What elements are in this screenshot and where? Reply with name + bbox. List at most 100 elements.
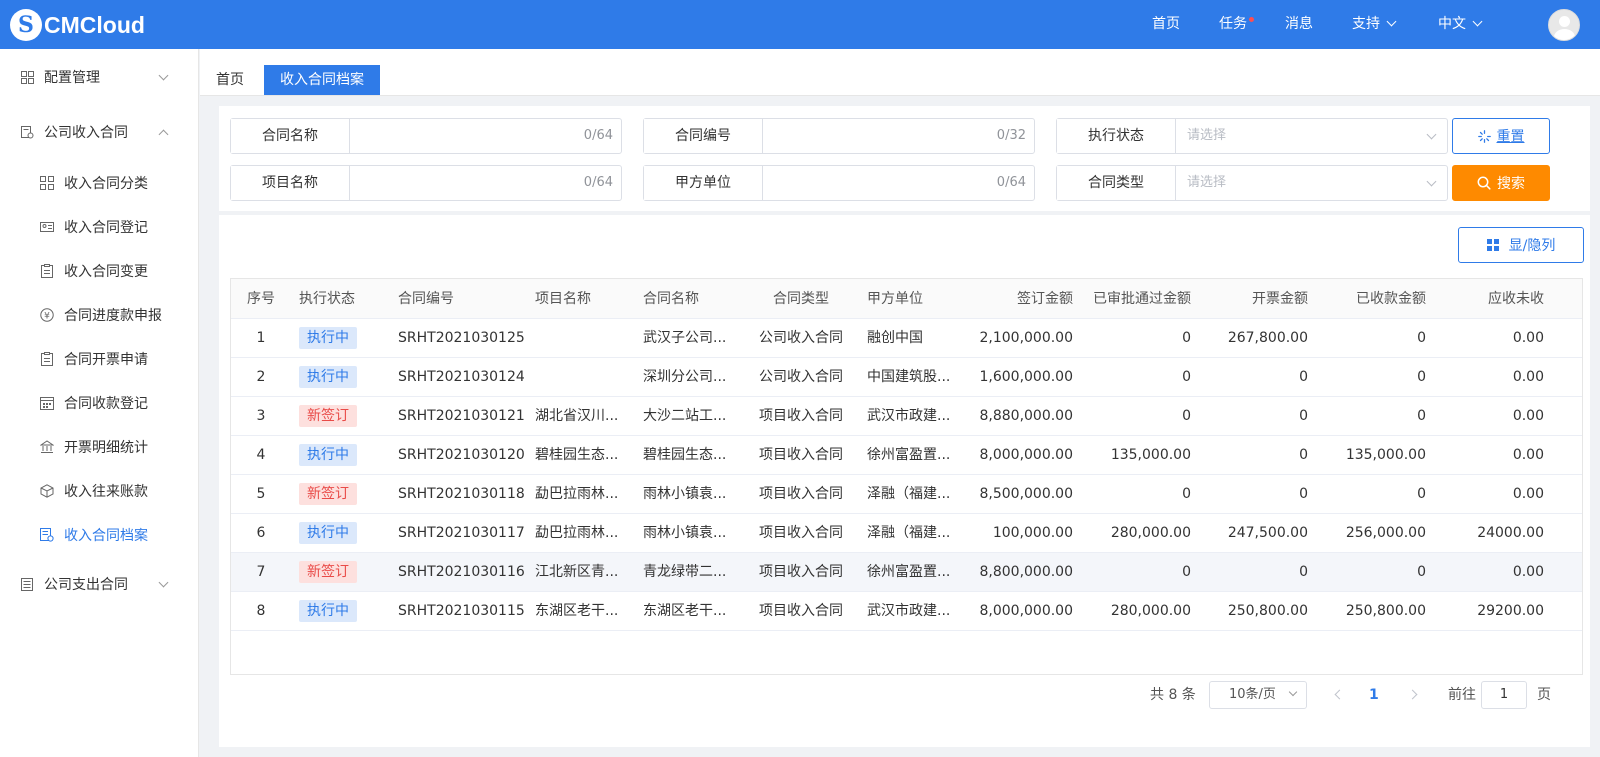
cell-code: SRHT2021030124 xyxy=(398,369,525,385)
cell-status: 新签订 xyxy=(299,475,399,514)
tab-bar: 首页 收入合同档案 xyxy=(200,49,1600,96)
col-header[interactable]: 已收款金额 xyxy=(1308,279,1426,319)
table-row[interactable]: 5 新签订 SRHT2021030118 勐巴拉雨林... 雨林小镇袁... 项目收入合同… xyxy=(231,475,1582,514)
contract-name-field[interactable]: 合同名称 0/64 xyxy=(230,118,622,154)
clipboard-icon xyxy=(41,352,53,366)
nav-home[interactable]: 首页 xyxy=(1152,0,1180,49)
sidebar-item-label: 收入合同分类 xyxy=(64,176,148,192)
sidebar-item-archive[interactable]: 收入合同档案 xyxy=(0,513,199,557)
cell-invoiced: 0 xyxy=(1299,564,1308,580)
field-label: 合同名称 xyxy=(231,119,350,153)
toggle-columns-button[interactable]: 显/隐列 xyxy=(1458,227,1584,263)
cell-status: 执行中 xyxy=(299,319,399,358)
col-header[interactable]: 甲方单位 xyxy=(867,279,967,319)
nav-support[interactable]: 支持 xyxy=(1352,0,1397,49)
cell-received: 0 xyxy=(1417,330,1426,346)
cell-status: 执行中 xyxy=(299,514,399,553)
cell-name: 大沙二站工... xyxy=(643,408,727,424)
tab-home[interactable]: 首页 xyxy=(200,65,260,95)
col-header[interactable]: 项目名称 xyxy=(535,279,635,319)
cell-type: 项目收入合同 xyxy=(759,486,843,502)
cell-party: 泽融（福建... xyxy=(867,525,951,541)
cell-project xyxy=(535,358,635,397)
sidebar-item-label: 开票明细统计 xyxy=(64,440,148,456)
exec-status-select[interactable]: 执行状态 请选择 xyxy=(1056,118,1448,154)
nav-messages[interactable]: 消息 xyxy=(1285,0,1313,49)
sidebar-item-accounts[interactable]: 收入往来账款 xyxy=(0,469,199,513)
sidebar-item-invoice-request[interactable]: 合同开票申请 xyxy=(0,337,199,381)
table-row[interactable]: 7 新签订 SRHT2021030116 江北新区青... 青龙绿带二... 项目收入合同… xyxy=(231,553,1582,592)
cell-status: 执行中 xyxy=(299,436,399,475)
sidebar-item-registration[interactable]: 收入合同登记 xyxy=(0,205,199,249)
col-header[interactable]: 合同类型 xyxy=(731,279,871,319)
party-a-field[interactable]: 甲方单位 0/64 xyxy=(643,165,1035,201)
table-row[interactable]: 8 执行中 SRHT2021030115 东湖区老干... 东湖区老干... 项目收入合同… xyxy=(231,592,1582,631)
cell-party: 武汉市政建... xyxy=(867,408,951,424)
avatar[interactable] xyxy=(1548,9,1580,41)
reset-button[interactable]: 重置 xyxy=(1452,118,1550,154)
contract-type-select[interactable]: 合同类型 请选择 xyxy=(1056,165,1448,201)
cell-invoiced: 250,800.00 xyxy=(1227,603,1308,619)
field-label: 甲方单位 xyxy=(644,166,763,200)
col-header[interactable]: 应收未收 xyxy=(1426,279,1544,319)
col-header[interactable]: 已审批通过金额 xyxy=(1073,279,1191,319)
page-size-select[interactable]: 10条/页 xyxy=(1209,681,1307,709)
sidebar-group-income-contracts[interactable]: 公司收入合同 xyxy=(0,104,199,160)
cell-no: 3 xyxy=(256,408,266,424)
cell-received: 256,000.00 xyxy=(1345,525,1426,541)
cell-sign: 8,880,000.00 xyxy=(979,408,1073,424)
sidebar-item-invoice-stats[interactable]: 开票明细统计 xyxy=(0,425,199,469)
cell-due: 0.00 xyxy=(1512,330,1544,346)
sidebar-item-collection[interactable]: 合同收款登记 xyxy=(0,381,199,425)
search-button[interactable]: 搜索 xyxy=(1452,165,1550,201)
cell-approved: 280,000.00 xyxy=(1110,525,1191,541)
goto-page-input[interactable]: 1 xyxy=(1481,681,1527,709)
table-row[interactable]: 6 执行中 SRHT2021030117 勐巴拉雨林... 雨林小镇袁... 项目收入合同… xyxy=(231,514,1582,553)
chevron-down-icon xyxy=(1472,16,1483,27)
col-header[interactable]: 合同名称 xyxy=(643,279,743,319)
table-header: 序号 执行状态 合同编号 项目名称 合同名称 合同类型 甲方单位 签订金额 已审… xyxy=(231,279,1582,319)
cell-received: 0 xyxy=(1417,369,1426,385)
cell-type: 公司收入合同 xyxy=(759,330,843,346)
contract-code-field[interactable]: 合同编号 0/32 xyxy=(643,118,1035,154)
cell-type: 项目收入合同 xyxy=(759,564,843,580)
col-header[interactable]: 执行状态 xyxy=(299,279,399,319)
nav-tasks[interactable]: 任务 xyxy=(1219,0,1247,49)
cell-due: 29200.00 xyxy=(1477,603,1544,619)
table-row[interactable]: 1 执行中 SRHT2021030125 武汉子公司... 公司收入合同 融创中国 2,10… xyxy=(231,319,1582,358)
project-name-field[interactable]: 项目名称 0/64 xyxy=(230,165,622,201)
cell-party: 徐州富盈置... xyxy=(867,447,951,463)
table-row[interactable]: 3 新签订 SRHT2021030121 湖北省汉川... 大沙二站工... 项目收入合同… xyxy=(231,397,1582,436)
chevron-down-icon xyxy=(1386,16,1397,27)
col-header[interactable]: 序号 xyxy=(231,279,291,319)
table-row[interactable]: 2 执行中 SRHT2021030124 深圳分公司... 公司收入合同 中国建筑股...… xyxy=(231,358,1582,397)
cell-no: 6 xyxy=(256,525,266,541)
col-header[interactable]: 合同编号 xyxy=(398,279,528,319)
prev-page-icon[interactable] xyxy=(1334,689,1345,700)
next-page-icon[interactable] xyxy=(1407,689,1418,700)
loading-icon xyxy=(1477,129,1491,143)
table-row[interactable]: 4 执行中 SRHT2021030120 碧桂园生态... 碧桂园生态... 项目收入合同… xyxy=(231,436,1582,475)
sidebar-item-change[interactable]: 收入合同变更 xyxy=(0,249,199,293)
archive-icon xyxy=(40,528,54,542)
grid-icon xyxy=(40,176,54,190)
logo[interactable]: S CMCloud xyxy=(10,8,145,42)
current-page[interactable]: 1 xyxy=(1369,681,1379,709)
cell-no: 7 xyxy=(256,564,266,580)
cell-status: 执行中 xyxy=(299,358,399,397)
sidebar-group-label: 公司支出合同 xyxy=(44,577,128,593)
tab-income-archive[interactable]: 收入合同档案 xyxy=(264,65,380,95)
sidebar-item-progress[interactable]: ¥ 合同进度款申报 xyxy=(0,293,199,337)
cell-code: SRHT2021030121 xyxy=(398,408,525,424)
sidebar-item-categories[interactable]: 收入合同分类 xyxy=(0,161,199,205)
cell-approved: 135,000.00 xyxy=(1110,447,1191,463)
cell-invoiced: 267,800.00 xyxy=(1227,330,1308,346)
cell-due: 0.00 xyxy=(1512,564,1544,580)
col-header[interactable]: 开票金额 xyxy=(1191,279,1308,319)
nav-language[interactable]: 中文 xyxy=(1438,0,1483,49)
col-header[interactable]: 签订金额 xyxy=(961,279,1073,319)
sidebar-group-config[interactable]: 配置管理 xyxy=(0,49,199,105)
contracts-table: 序号 执行状态 合同编号 项目名称 合同名称 合同类型 甲方单位 签订金额 已审… xyxy=(230,278,1583,675)
sidebar-group-expense-contracts[interactable]: 公司支出合同 xyxy=(0,556,199,612)
cell-approved: 280,000.00 xyxy=(1110,603,1191,619)
